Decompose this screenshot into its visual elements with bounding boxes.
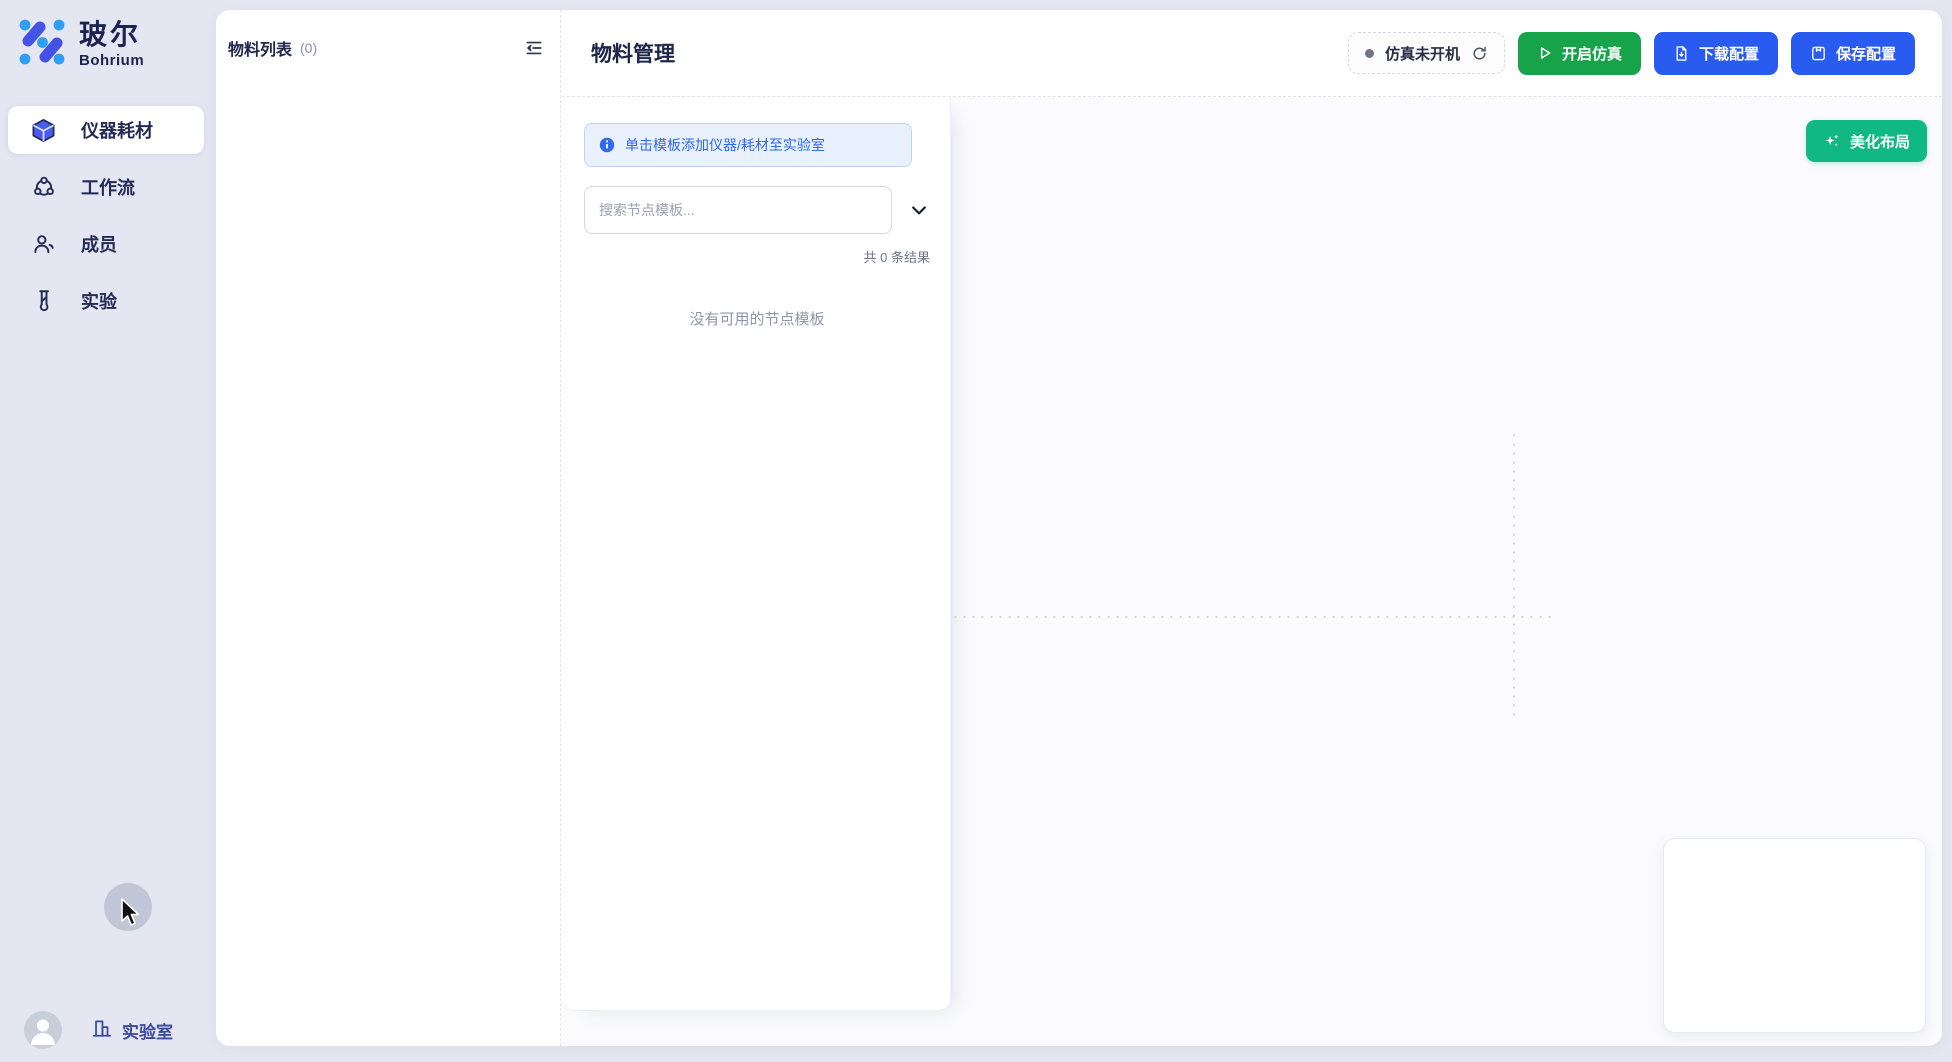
template-search-row — [584, 186, 930, 234]
sidebar-item-instruments[interactable]: 仪器耗材 — [8, 106, 204, 154]
file-download-icon — [1673, 45, 1690, 62]
material-list-title: 物料列表 — [228, 36, 292, 60]
download-config-label: 下载配置 — [1699, 43, 1759, 64]
lab-switcher[interactable]: 实验室 — [91, 1017, 173, 1044]
sidebar-item-experiment[interactable]: 实验 — [8, 277, 204, 325]
brand-name-cn: 玻尔 — [79, 20, 144, 51]
template-hint-banner[interactable]: 单击模板添加仪器/耗材至实验室 — [584, 123, 912, 167]
sidebar-item-label: 工作流 — [81, 174, 135, 200]
main-card: 物料列表 (0) 物料管理 仿真未开机 — [216, 10, 1942, 1046]
brand-text: 玻尔 Bohrium — [79, 20, 144, 69]
refresh-icon[interactable] — [1471, 45, 1488, 62]
material-list-header: 物料列表 (0) — [216, 10, 560, 60]
download-config-button[interactable]: 下载配置 — [1654, 32, 1778, 75]
canvas-guide-horizontal — [951, 616, 1552, 618]
brand-logo[interactable]: 玻尔 Bohrium — [18, 16, 144, 73]
sidebar-item-label: 仪器耗材 — [81, 117, 153, 143]
mouse-cursor-icon — [121, 898, 143, 933]
start-simulation-button[interactable]: 开启仿真 — [1518, 32, 1641, 75]
info-icon — [599, 137, 615, 153]
toolbar-actions: 仿真未开机 — [1348, 32, 1915, 75]
toolbar: 物料管理 仿真未开机 — [562, 10, 1942, 96]
app-root: 玻尔 Bohrium 仪器耗材 — [0, 0, 1952, 1062]
sidebar-item-members[interactable]: 成员 — [8, 220, 204, 268]
save-config-button[interactable]: 保存配置 — [1791, 32, 1915, 75]
chevron-down-icon[interactable] — [909, 200, 929, 220]
experiment-icon — [30, 288, 57, 315]
status-dot — [1365, 49, 1374, 58]
beautify-layout-button[interactable]: 美化布局 — [1806, 120, 1927, 162]
flow-canvas[interactable]: 单击模板添加仪器/耗材至实验室 共 0 条结果 没有可用的节点模板 — [562, 96, 1942, 1046]
start-simulation-label: 开启仿真 — [1562, 43, 1622, 64]
save-icon — [1810, 45, 1827, 62]
workspace: 物料管理 仿真未开机 — [562, 10, 1942, 1046]
lab-label: 实验室 — [122, 1018, 173, 1043]
sparkles-icon — [1823, 132, 1841, 150]
building-icon — [91, 1017, 113, 1044]
sidebar-footer: 实验室 — [24, 1011, 173, 1049]
canvas-minimap[interactable] — [1663, 838, 1926, 1033]
sidebar-item-label: 实验 — [81, 288, 117, 314]
template-empty-text: 没有可用的节点模板 — [584, 308, 930, 329]
simulation-status-label: 仿真未开机 — [1385, 43, 1460, 64]
material-list-count: (0) — [300, 40, 317, 56]
simulation-status-pill[interactable]: 仿真未开机 — [1348, 32, 1505, 74]
template-result-count: 共 0 条结果 — [584, 247, 930, 266]
material-list-panel: 物料列表 (0) — [216, 10, 561, 1046]
sidebar-nav: 仪器耗材 工作流 — [0, 106, 216, 334]
avatar[interactable] — [24, 1011, 62, 1049]
sidebar-item-label: 成员 — [81, 231, 117, 257]
sidebar-item-workflow[interactable]: 工作流 — [8, 163, 204, 211]
brand-name-en: Bohrium — [79, 52, 144, 69]
template-panel: 单击模板添加仪器/耗材至实验室 共 0 条结果 没有可用的节点模板 — [562, 97, 951, 1011]
menu-fold-icon[interactable] — [523, 37, 545, 59]
template-search-input[interactable] — [584, 186, 892, 234]
cube-icon — [30, 117, 57, 144]
beautify-layout-label: 美化布局 — [1850, 131, 1910, 152]
play-icon — [1537, 45, 1553, 61]
page-title: 物料管理 — [591, 38, 675, 68]
template-hint-text: 单击模板添加仪器/耗材至实验室 — [625, 135, 825, 155]
workflow-icon — [30, 174, 57, 201]
members-icon — [30, 231, 57, 258]
save-config-label: 保存配置 — [1836, 43, 1896, 64]
bohrium-logo-icon — [18, 16, 66, 73]
canvas-guide-vertical — [1513, 431, 1515, 721]
